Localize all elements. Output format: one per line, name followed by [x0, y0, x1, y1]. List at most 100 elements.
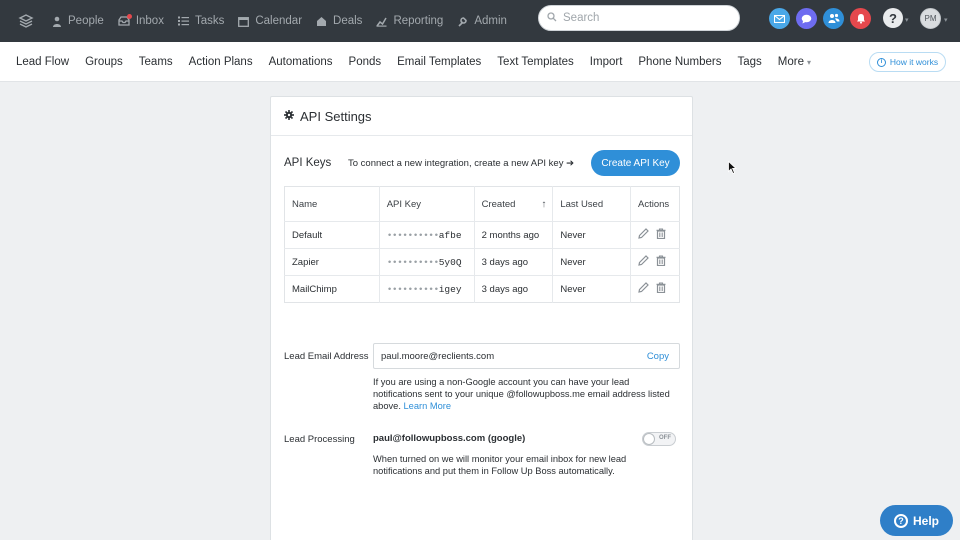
api-key-suffix: 5y0Q — [438, 256, 462, 268]
search-box[interactable] — [538, 5, 740, 31]
subnav-lead-flow[interactable]: Lead Flow — [8, 56, 77, 68]
key-name: MailChimp — [284, 275, 380, 303]
lead-email-value: paul.moore@reclients.com — [381, 350, 495, 362]
lead-email-field[interactable]: paul.moore@reclients.com Copy — [373, 343, 680, 369]
lead-processing-label: Lead Processing — [284, 434, 355, 445]
unread-dot — [126, 14, 132, 19]
lead-email-help: If you are using a non-Google account yo… — [373, 376, 678, 412]
how-it-works-button[interactable]: i How it works — [869, 52, 946, 72]
edit-pencil-icon[interactable] — [638, 228, 649, 242]
trash-icon[interactable] — [656, 228, 666, 242]
lead-email-label: Lead Email Address — [284, 351, 369, 362]
nav-inbox-label: Inbox — [135, 15, 164, 27]
api-key-suffix: afbe — [438, 229, 462, 241]
api-key-mask: •••••••••• — [386, 229, 440, 241]
last-used: Never — [552, 275, 632, 303]
nav-tasks[interactable]: Tasks — [171, 0, 231, 42]
api-key-mask: •••••••••• — [386, 283, 440, 295]
subnav-import[interactable]: Import — [582, 56, 631, 68]
chat-icon[interactable] — [796, 8, 817, 29]
column-header-actions: Actions — [630, 186, 680, 222]
subnav-more[interactable]: More ▾ — [770, 56, 819, 68]
trash-icon[interactable] — [656, 255, 666, 269]
key-name: Zapier — [284, 248, 380, 276]
subnav-email-templates[interactable]: Email Templates — [389, 56, 489, 68]
api-settings-card: API Settings API Keys To connect a new i… — [270, 96, 693, 540]
api-key-value: ••••••••••afbe — [379, 221, 475, 249]
admin-subnav: Lead Flow Groups Teams Action Plans Auto… — [0, 42, 960, 82]
created-date: 2 months ago — [474, 221, 554, 249]
copy-email-button[interactable]: Copy — [647, 351, 669, 362]
chevron-down-icon: ▾ — [905, 17, 909, 24]
column-header-created-label: Created — [481, 198, 516, 210]
chevron-down-icon: ▾ — [807, 57, 812, 67]
lead-processing-help: When turned on we will monitor your emai… — [373, 454, 627, 476]
toggle-knob — [643, 433, 655, 445]
subnav-more-label: More — [777, 55, 804, 68]
subnav-automations[interactable]: Automations — [261, 56, 341, 68]
nav-reporting-label: Reporting — [393, 15, 444, 27]
nav-admin-label: Admin — [474, 15, 507, 27]
app-logo-icon[interactable] — [7, 0, 45, 42]
api-keys-row: API Keys To connect a new integration, c… — [284, 150, 680, 176]
edit-pencil-icon[interactable] — [638, 282, 649, 296]
subnav-action-plans[interactable]: Action Plans — [181, 56, 261, 68]
api-key-value: ••••••••••5y0Q — [379, 248, 475, 276]
subnav-ponds[interactable]: Ponds — [341, 56, 390, 68]
api-key-mask: •••••••••• — [386, 256, 440, 268]
lead-processing-account: paul@followupboss.com (google) — [373, 433, 526, 444]
api-key-suffix: igey — [438, 283, 462, 295]
create-api-key-button[interactable]: Create API Key — [591, 150, 680, 176]
how-it-works-label: How it works — [889, 57, 939, 67]
row-actions — [630, 248, 680, 276]
question-icon: ? — [893, 513, 908, 528]
subnav-groups[interactable]: Groups — [77, 56, 131, 68]
nav-admin[interactable]: Admin — [450, 0, 514, 42]
avatar[interactable]: PM — [920, 8, 941, 29]
row-actions — [630, 221, 680, 249]
column-header-created[interactable]: Created ↑ — [474, 186, 554, 222]
table-row: Default ••••••••••afbe 2 months ago Neve… — [284, 221, 680, 249]
lead-processing-toggle[interactable]: OFF — [642, 432, 676, 446]
nav-deals-label: Deals — [333, 15, 363, 27]
info-icon: i — [876, 57, 886, 67]
bell-icon[interactable] — [850, 8, 871, 29]
nav-calendar[interactable]: Calendar — [231, 0, 309, 42]
help-menu-icon[interactable]: ? — [883, 8, 903, 28]
key-name: Default — [284, 221, 380, 249]
api-keys-label: API Keys — [284, 157, 332, 169]
nav-calendar-label: Calendar — [255, 15, 303, 27]
created-date: 3 days ago — [474, 275, 554, 303]
last-used: Never — [552, 248, 632, 276]
nav-deals[interactable]: Deals — [309, 0, 369, 42]
subnav-teams[interactable]: Teams — [131, 56, 181, 68]
mouse-cursor-icon — [728, 160, 738, 179]
last-used: Never — [552, 221, 632, 249]
help-glyph: ? — [889, 10, 897, 26]
subnav-phone-numbers[interactable]: Phone Numbers — [630, 56, 729, 68]
subnav-tags[interactable]: Tags — [730, 56, 770, 68]
help-button-label: Help — [912, 513, 939, 528]
learn-more-link[interactable]: Learn More — [404, 401, 452, 411]
help-button[interactable]: ? Help — [880, 505, 953, 536]
users-icon[interactable] — [823, 8, 844, 29]
column-header-name[interactable]: Name — [284, 186, 380, 222]
column-header-api-key[interactable]: API Key — [379, 186, 475, 222]
subnav-text-templates[interactable]: Text Templates — [489, 56, 582, 68]
gear-icon — [284, 107, 294, 125]
deals-icon — [316, 16, 327, 27]
nav-reporting[interactable]: Reporting — [369, 0, 450, 42]
api-keys-hint: To connect a new integration, create a n… — [348, 157, 575, 169]
nav-inbox[interactable]: Inbox — [111, 0, 171, 42]
trash-icon[interactable] — [656, 282, 666, 296]
edit-pencil-icon[interactable] — [638, 255, 649, 269]
wrench-icon — [457, 16, 468, 27]
nav-people[interactable]: People — [45, 0, 111, 42]
table-row: Zapier ••••••••••5y0Q 3 days ago Never — [284, 248, 680, 276]
search-input[interactable] — [563, 12, 733, 24]
column-header-last-used[interactable]: Last Used — [552, 186, 632, 222]
avatar-initials: PM — [924, 14, 937, 23]
tasks-icon — [177, 16, 189, 26]
email-icon[interactable] — [769, 8, 790, 29]
chevron-down-icon: ▾ — [944, 17, 948, 24]
